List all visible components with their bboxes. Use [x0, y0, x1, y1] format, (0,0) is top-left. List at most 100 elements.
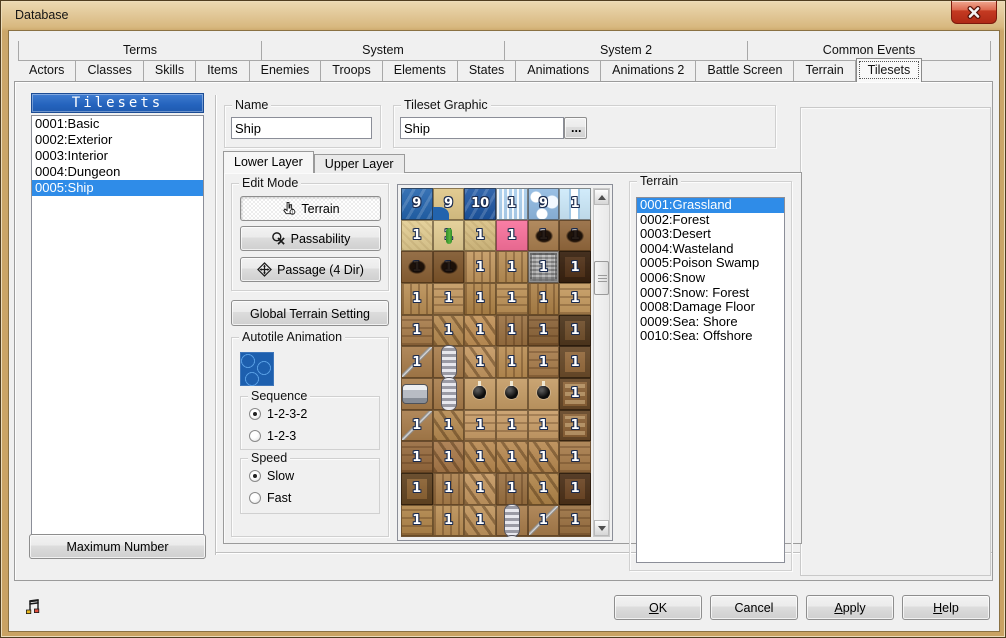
tile-cell[interactable]: 1 — [464, 251, 496, 283]
tab-lower-layer[interactable]: Lower Layer — [223, 151, 314, 173]
terrain-list-item[interactable]: 0007:Snow: Forest — [637, 286, 784, 301]
tile-cell[interactable]: 1 — [559, 473, 591, 505]
tileset-list-item[interactable]: 0005:Ship — [32, 180, 203, 196]
tile-cell[interactable]: 1 — [559, 378, 591, 410]
tab-battle-screen[interactable]: Battle Screen — [696, 61, 794, 81]
tile-cell[interactable]: 1 — [464, 505, 496, 537]
tile-cell[interactable]: 1 — [528, 441, 560, 473]
radio-option-fast[interactable]: Fast — [241, 487, 379, 509]
global-terrain-setting-button[interactable]: Global Terrain Setting — [231, 300, 389, 326]
tile-cell[interactable]: 1 — [464, 378, 496, 410]
close-button[interactable] — [951, 1, 997, 24]
tile-cell[interactable]: 1 — [559, 536, 591, 537]
tile-cell[interactable]: 1 — [464, 441, 496, 473]
tile-cell[interactable]: 1 — [401, 505, 433, 537]
tile-cell[interactable]: 1 — [496, 283, 528, 315]
tileset-listbox[interactable]: 0001:Basic0002:Exterior0003:Interior0004… — [31, 115, 204, 559]
tile-cell[interactable]: 1 — [528, 251, 560, 283]
tab-animations-2[interactable]: Animations 2 — [601, 61, 696, 81]
tile-cell[interactable]: 1 — [464, 220, 496, 252]
passage-4dir-mode-button[interactable]: Passage (4 Dir) — [240, 257, 381, 282]
tile-cell[interactable]: 1 — [496, 315, 528, 347]
tab-items[interactable]: Items — [196, 61, 250, 81]
tile-cell[interactable]: 1 — [401, 473, 433, 505]
tile-cell[interactable]: 1 — [433, 378, 465, 410]
tile-cell[interactable]: 9 — [528, 188, 560, 220]
apply-button[interactable]: Apply — [806, 595, 894, 620]
tile-cell[interactable]: 1 — [433, 283, 465, 315]
tile-cell[interactable]: 1 — [559, 251, 591, 283]
name-input[interactable] — [231, 117, 372, 139]
tileset-list-item[interactable]: 0002:Exterior — [32, 132, 203, 148]
tile-cell[interactable]: 1 — [433, 410, 465, 442]
tile-cell[interactable]: 1 — [559, 346, 591, 378]
terrain-list-item[interactable]: 0009:Sea: Shore — [637, 315, 784, 330]
tab-states[interactable]: States — [458, 61, 516, 81]
tile-cell[interactable]: 1 — [433, 505, 465, 537]
tile-cell[interactable]: 1 — [528, 505, 560, 537]
tab-terrain[interactable]: Terrain — [794, 61, 855, 81]
tile-cell[interactable]: 1 — [401, 536, 433, 537]
tile-cell[interactable]: 1 — [464, 410, 496, 442]
tile-cell[interactable]: 1 — [433, 441, 465, 473]
tile-cell[interactable]: 1 — [559, 505, 591, 537]
tile-cell[interactable]: 1 — [528, 536, 560, 537]
radio-option-1-2-3-2[interactable]: 1-2-3-2 — [241, 403, 379, 425]
tile-cell[interactable]: 1 — [464, 536, 496, 537]
tile-cell[interactable]: 1 — [433, 315, 465, 347]
tile-cell[interactable]: 1 — [559, 220, 591, 252]
tile-cell[interactable]: 1 — [496, 441, 528, 473]
scroll-down-button[interactable] — [594, 520, 609, 536]
tile-cell[interactable]: 1 — [496, 505, 528, 537]
tile-cell[interactable]: 1 — [433, 220, 465, 252]
tile-cell[interactable]: 1 — [528, 346, 560, 378]
tab-system-2[interactable]: System 2 — [505, 41, 748, 60]
tile-cell[interactable]: 1 — [433, 346, 465, 378]
tile-cell[interactable]: 1 — [401, 346, 433, 378]
scroll-up-button[interactable] — [594, 189, 609, 205]
terrain-list-item[interactable]: 0003:Desert — [637, 227, 784, 242]
radio-option-slow[interactable]: Slow — [241, 465, 379, 487]
terrain-mode-button[interactable]: 1 Terrain — [240, 196, 381, 221]
tileset-list-item[interactable]: 0003:Interior — [32, 148, 203, 164]
terrain-list-item[interactable]: 0008:Damage Floor — [637, 300, 784, 315]
terrain-list-item[interactable]: 0010:Sea: Offshore — [637, 329, 784, 344]
tile-cell[interactable]: 1 — [528, 220, 560, 252]
help-button[interactable]: Help — [902, 595, 990, 620]
tileset-scrollbar[interactable] — [593, 188, 610, 537]
tile-cell[interactable]: 1 — [496, 410, 528, 442]
title-bar[interactable]: Database — [1, 1, 1005, 31]
passability-mode-button[interactable]: Passability — [240, 226, 381, 251]
terrain-listbox[interactable]: 0001:Grassland0002:Forest0003:Desert0004… — [636, 197, 785, 563]
tile-cell[interactable]: 1 — [401, 441, 433, 473]
tile-cell[interactable]: 9 — [433, 188, 465, 220]
tile-cell[interactable]: 1 — [528, 410, 560, 442]
tab-classes[interactable]: Classes — [76, 61, 143, 81]
terrain-list-item[interactable]: 0004:Wasteland — [637, 242, 784, 257]
tile-cell[interactable]: 1 — [559, 410, 591, 442]
ok-button[interactable]: OK — [614, 595, 702, 620]
tile-cell[interactable]: 1 — [559, 283, 591, 315]
tab-actors[interactable]: Actors — [18, 61, 76, 81]
tile-cell[interactable]: 1 — [496, 346, 528, 378]
tile-cell[interactable]: 1 — [496, 473, 528, 505]
tile-cell[interactable]: 1 — [401, 251, 433, 283]
tile-cell[interactable]: 1 — [433, 251, 465, 283]
terrain-list-item[interactable]: 0001:Grassland — [637, 198, 784, 213]
tab-troops[interactable]: Troops — [321, 61, 382, 81]
terrain-list-item[interactable]: 0002:Forest — [637, 213, 784, 228]
tile-cell[interactable]: 1 — [528, 473, 560, 505]
tab-enemies[interactable]: Enemies — [250, 61, 322, 81]
tileset-graphic-input[interactable] — [400, 117, 564, 139]
tile-cell[interactable]: 1 — [401, 220, 433, 252]
tile-cell[interactable]: 1 — [464, 283, 496, 315]
tile-cell[interactable]: 1 — [401, 315, 433, 347]
tab-upper-layer[interactable]: Upper Layer — [314, 154, 405, 173]
tab-elements[interactable]: Elements — [383, 61, 458, 81]
tile-cell[interactable]: 1 — [496, 251, 528, 283]
tile-cell[interactable]: 1 — [528, 378, 560, 410]
tab-system[interactable]: System — [262, 41, 505, 60]
terrain-list-item[interactable]: 0006:Snow — [637, 271, 784, 286]
tile-cell[interactable]: 1 — [401, 378, 433, 410]
tileset-list-item[interactable]: 0001:Basic — [32, 116, 203, 132]
